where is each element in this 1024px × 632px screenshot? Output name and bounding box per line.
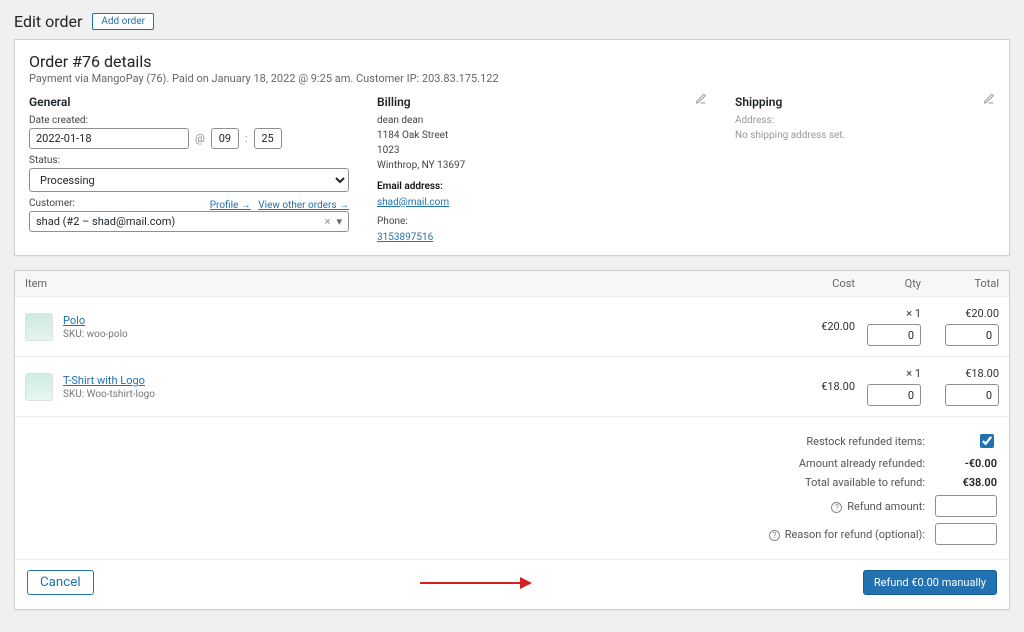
- product-sku: SKU: Woo-tshirt-logo: [63, 389, 791, 400]
- restock-label: Restock refunded items:: [695, 435, 925, 448]
- customer-select[interactable]: shad (#2 – shad@mail.com) × ▾: [29, 211, 349, 232]
- edit-billing-icon[interactable]: [695, 93, 707, 105]
- shipping-empty: No shipping address set.: [735, 128, 995, 143]
- col-cost: Cost: [791, 277, 855, 290]
- status-label: Status:: [29, 155, 349, 166]
- highlight-arrow: [420, 582, 530, 584]
- info-icon[interactable]: ?: [831, 502, 842, 513]
- customer-value: shad (#2 – shad@mail.com): [36, 215, 175, 228]
- order-title: Order #76 details: [29, 52, 995, 71]
- product-thumb: [25, 313, 53, 341]
- refund-total-input[interactable]: [945, 324, 999, 346]
- product-sku: SKU: woo-polo: [63, 329, 791, 340]
- date-input[interactable]: [29, 128, 189, 149]
- hour-input[interactable]: [211, 128, 239, 149]
- info-icon[interactable]: ?: [769, 530, 780, 541]
- product-name-link[interactable]: Polo: [63, 314, 85, 327]
- clear-customer-icon[interactable]: ×: [325, 215, 331, 228]
- col-item: Item: [25, 277, 791, 290]
- line-qty: × 1: [855, 307, 921, 320]
- table-row: Polo SKU: woo-polo €20.00 × 1 €20.00: [15, 297, 1009, 357]
- refund-amount-input[interactable]: [935, 495, 997, 517]
- page-title: Edit order: [14, 12, 82, 31]
- table-row: T-Shirt with Logo SKU: Woo-tshirt-logo €…: [15, 357, 1009, 417]
- general-section: General Date created: @ : Status: Proces…: [29, 95, 349, 243]
- billing-section: Billing dean dean 1184 Oak Street 1023 W…: [377, 95, 707, 243]
- view-other-orders-link[interactable]: View other orders: [258, 200, 349, 211]
- shipping-section: Shipping Address: No shipping address se…: [735, 95, 995, 243]
- line-qty: × 1: [855, 367, 921, 380]
- profile-link[interactable]: Profile: [210, 200, 251, 211]
- restock-checkbox[interactable]: [980, 434, 994, 448]
- already-refunded-value: -€0.00: [935, 457, 997, 470]
- refund-qty-input[interactable]: [867, 384, 921, 406]
- billing-heading: Billing: [377, 95, 707, 109]
- refund-reason-input[interactable]: [935, 523, 997, 545]
- billing-phone-label: Phone:: [377, 216, 707, 227]
- shipping-address-label: Address:: [735, 113, 995, 128]
- billing-email-link[interactable]: shad@mail.com: [377, 197, 449, 208]
- line-total: €20.00: [933, 307, 999, 320]
- order-items-panel: Item Cost Qty Total Polo SKU: woo-polo €…: [14, 270, 1010, 610]
- add-order-button[interactable]: Add order: [92, 13, 154, 30]
- status-select[interactable]: Processing: [29, 168, 349, 192]
- refund-totals: Restock refunded items: Amount already r…: [15, 417, 1009, 560]
- refund-total-input[interactable]: [945, 384, 999, 406]
- product-thumb: [25, 373, 53, 401]
- line-cost: €20.00: [791, 320, 855, 333]
- already-refunded-label: Amount already refunded:: [695, 457, 925, 470]
- time-sep: :: [245, 132, 248, 145]
- billing-email-label: Email address:: [377, 181, 707, 192]
- general-heading: General: [29, 95, 349, 109]
- available-refund-value: €38.00: [935, 476, 997, 489]
- refund-button[interactable]: Refund €0.00 manually: [863, 570, 997, 595]
- refund-qty-input[interactable]: [867, 324, 921, 346]
- shipping-heading: Shipping: [735, 95, 995, 109]
- available-refund-label: Total available to refund:: [695, 476, 925, 489]
- col-qty: Qty: [855, 277, 921, 290]
- cancel-button[interactable]: Cancel: [27, 570, 94, 595]
- product-name-link[interactable]: T-Shirt with Logo: [63, 374, 145, 387]
- chevron-down-icon[interactable]: ▾: [336, 215, 342, 228]
- customer-label: Customer:: [29, 198, 210, 209]
- line-total: €18.00: [933, 367, 999, 380]
- items-header: Item Cost Qty Total: [15, 271, 1009, 297]
- col-total: Total: [933, 277, 999, 290]
- billing-phone-link[interactable]: 3153897516: [377, 232, 433, 243]
- date-created-label: Date created:: [29, 115, 349, 126]
- refund-reason-label: Reason for refund (optional):: [785, 528, 925, 541]
- edit-shipping-icon[interactable]: [983, 93, 995, 105]
- order-meta: Payment via MangoPay (76). Paid on Janua…: [29, 72, 995, 85]
- refund-amount-label: Refund amount:: [847, 500, 925, 513]
- order-details-panel: Order #76 details Payment via MangoPay (…: [14, 39, 1010, 256]
- at-sep: @: [195, 132, 205, 145]
- minute-input[interactable]: [254, 128, 282, 149]
- line-cost: €18.00: [791, 380, 855, 393]
- billing-address: dean dean 1184 Oak Street 1023 Winthrop,…: [377, 113, 707, 173]
